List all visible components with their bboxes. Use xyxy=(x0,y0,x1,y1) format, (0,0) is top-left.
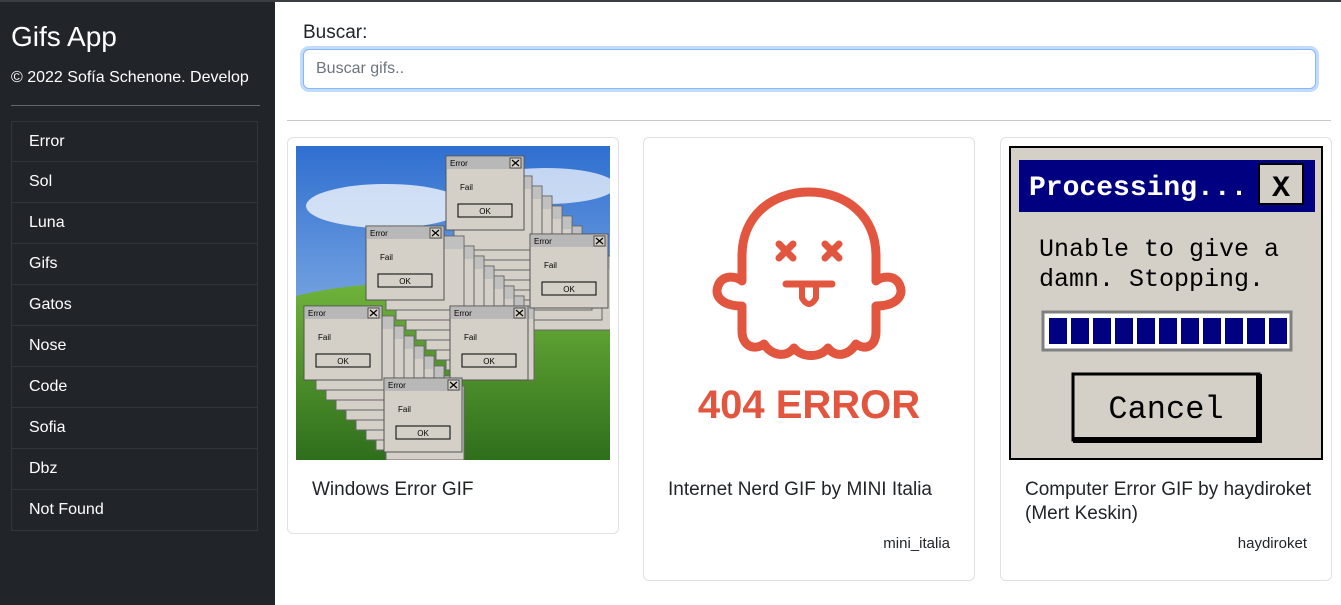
gif-image-windows-error[interactable]: Error Fail OK Error Fail OK Error Fail OK Error Fa… xyxy=(296,146,610,460)
message-line-2: damn. Stopping. xyxy=(1039,265,1264,294)
search-label: Buscar: xyxy=(303,22,368,43)
gif-title: Windows Error GIF xyxy=(312,479,474,500)
gif-username: mini_italia xyxy=(883,535,950,552)
dialog-title: Error xyxy=(450,159,468,168)
history-item-not-found[interactable]: Not Found xyxy=(11,490,258,531)
gif-card[interactable]: Processing... X Unable to give a damn. S… xyxy=(1000,137,1332,581)
history-item-code[interactable]: Code xyxy=(11,367,258,408)
dialog-ok-button: OK xyxy=(479,207,491,216)
window-title: Processing... xyxy=(1029,173,1247,204)
dialog-ok-button: OK xyxy=(563,285,575,294)
history-item-gifs[interactable]: Gifs xyxy=(11,244,258,285)
dialog-title: Error xyxy=(534,237,552,246)
dialog-message: Fail xyxy=(380,253,393,262)
progress-block xyxy=(1137,318,1155,344)
search-input[interactable] xyxy=(303,49,1316,89)
progress-block xyxy=(1269,318,1287,344)
dialog-title: Error xyxy=(370,229,388,238)
dialog-ok-button: OK xyxy=(399,277,411,286)
history-item-gatos[interactable]: Gatos xyxy=(11,285,258,326)
dialog-ok-button: OK xyxy=(483,357,495,366)
dialog-title: Error xyxy=(454,309,472,318)
gif-image-404-ghost[interactable]: 404 ERROR xyxy=(652,146,966,460)
history-item-dbz[interactable]: Dbz xyxy=(11,449,258,490)
progress-block xyxy=(1049,318,1067,344)
progress-block xyxy=(1181,318,1199,344)
history-item-luna[interactable]: Luna xyxy=(11,203,258,244)
credit-text: © 2022 Sofía Schenone. Develop xyxy=(11,69,249,86)
ghost-caption: 404 ERROR xyxy=(698,383,920,427)
gif-title: Computer Error GIF by haydiroket (Mert K… xyxy=(1025,479,1312,524)
sidebar-divider xyxy=(11,105,260,106)
gif-card[interactable]: 404 ERROR Internet Nerd GIF by MINI Ital… xyxy=(643,137,975,581)
dialog-ok-button: OK xyxy=(417,429,429,438)
gif-title: Internet Nerd GIF by MINI Italia xyxy=(668,479,932,500)
history-item-sol[interactable]: Sol xyxy=(11,162,258,203)
history-item-nose[interactable]: Nose xyxy=(11,326,258,367)
progress-block xyxy=(1225,318,1243,344)
content-divider xyxy=(287,120,1331,121)
progress-block xyxy=(1071,318,1089,344)
dialog-message: Fail xyxy=(460,183,473,192)
dialog-title: Error xyxy=(308,309,326,318)
gif-image-processing[interactable]: Processing... X Unable to give a damn. S… xyxy=(1009,146,1323,460)
progress-block xyxy=(1093,318,1111,344)
progress-block xyxy=(1203,318,1221,344)
progress-block xyxy=(1247,318,1265,344)
progress-bar xyxy=(1049,318,1287,344)
progress-block xyxy=(1159,318,1177,344)
history-list: Error Sol Luna Gifs Gatos Nose Code Sofi… xyxy=(11,121,258,531)
dialog-message: Fail xyxy=(544,261,557,270)
cancel-button: Cancel xyxy=(1108,391,1223,428)
app-title: Gifs App xyxy=(11,21,117,52)
dialog-message: Fail xyxy=(318,333,331,342)
dialog-title: Error xyxy=(388,381,406,390)
history-item-sofia[interactable]: Sofia xyxy=(11,408,258,449)
dialog-message: Fail xyxy=(398,405,411,414)
sidebar: Gifs App © 2022 Sofía Schenone. Develop … xyxy=(0,2,275,605)
dialog-message: Fail xyxy=(464,333,477,342)
message-line-1: Unable to give a xyxy=(1039,235,1279,264)
close-icon: X xyxy=(1272,172,1290,206)
main-content: Buscar: Buscar gifs.. Error Fail OK Erro… xyxy=(275,2,1341,605)
gif-card[interactable]: Error Fail OK Error Fail OK Error Fail OK Error Fa… xyxy=(287,137,619,534)
progress-block xyxy=(1115,318,1133,344)
dialog-ok-button: OK xyxy=(337,357,349,366)
history-item-error[interactable]: Error xyxy=(11,121,258,162)
gif-username: haydiroket xyxy=(1237,535,1307,552)
